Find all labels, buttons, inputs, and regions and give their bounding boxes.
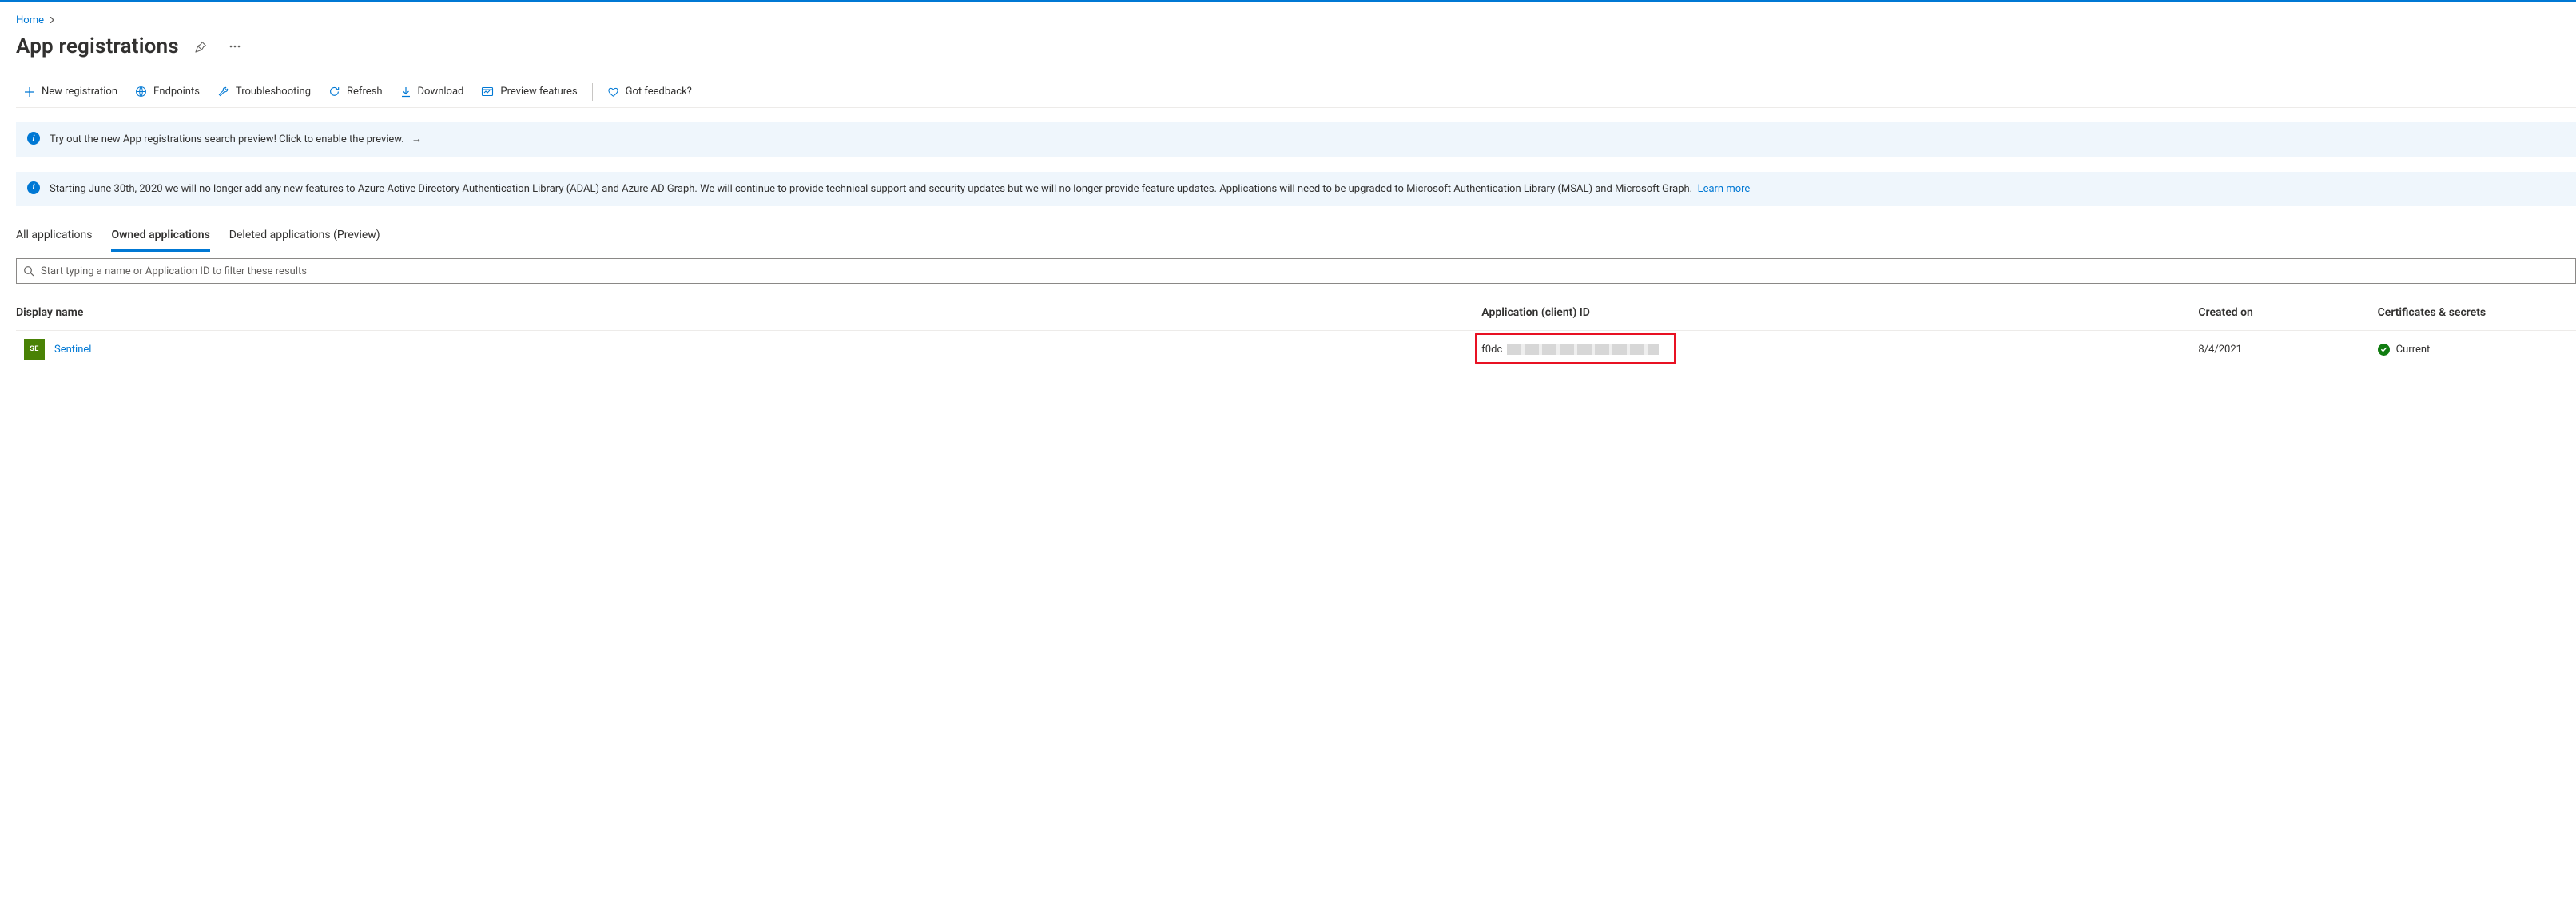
col-display-name[interactable]: Display name	[16, 306, 1475, 331]
download-button[interactable]: Download	[392, 78, 472, 106]
endpoints-button[interactable]: Endpoints	[127, 78, 208, 106]
ellipsis-icon	[229, 45, 241, 48]
title-row: App registrations	[16, 34, 2576, 58]
col-certs[interactable]: Certificates & secrets	[2371, 306, 2576, 331]
toolbar-label: Got feedback?	[626, 86, 692, 98]
info-icon: i	[27, 132, 40, 145]
info-icon: i	[27, 181, 40, 194]
breadcrumb-home[interactable]: Home	[16, 14, 44, 26]
applications-table: Display name Application (client) ID Cre…	[16, 306, 2576, 368]
tab-owned-applications[interactable]: Owned applications	[111, 224, 209, 252]
tabs: All applications Owned applications Dele…	[16, 224, 2576, 252]
search-input[interactable]	[41, 265, 2569, 277]
filter-icon	[23, 265, 34, 277]
toolbar-label: New registration	[42, 86, 117, 98]
checkmark-icon	[2378, 344, 2390, 356]
download-icon	[400, 86, 411, 98]
app-initials-badge: SE	[24, 339, 45, 360]
more-button[interactable]	[224, 35, 246, 58]
client-id-cell: f0dc	[1481, 344, 2185, 356]
toolbar: New registration Endpoints Troubleshooti…	[16, 76, 2576, 108]
feedback-button[interactable]: Got feedback?	[599, 78, 700, 106]
troubleshooting-button[interactable]: Troubleshooting	[209, 78, 319, 106]
deprecation-banner: i Starting June 30th, 2020 we will no lo…	[16, 172, 2576, 207]
toolbar-label: Troubleshooting	[236, 86, 311, 98]
toolbar-label: Endpoints	[153, 86, 200, 98]
refresh-button[interactable]: Refresh	[320, 78, 390, 106]
col-created-on[interactable]: Created on	[2192, 306, 2371, 331]
app-name-link[interactable]: Sentinel	[54, 344, 91, 356]
pin-button[interactable]	[190, 35, 213, 58]
cert-status-cell: Current	[2378, 344, 2570, 356]
cert-status-label: Current	[2396, 344, 2431, 356]
refresh-icon	[328, 86, 340, 98]
chevron-right-icon	[49, 17, 55, 23]
preview-icon	[481, 86, 494, 98]
toolbar-divider	[592, 83, 593, 101]
preview-features-button[interactable]: Preview features	[473, 78, 585, 106]
preview-banner[interactable]: i Try out the new App registrations sear…	[16, 122, 2576, 157]
redacted-text	[1507, 344, 1659, 355]
table-row[interactable]: SE Sentinel f0dc 8/4/2021	[16, 331, 2576, 368]
tab-all-applications[interactable]: All applications	[16, 224, 92, 252]
toolbar-label: Download	[418, 86, 464, 98]
plus-icon	[24, 86, 35, 98]
toolbar-label: Preview features	[500, 86, 577, 98]
pin-icon	[195, 41, 207, 53]
created-on-cell: 8/4/2021	[2192, 331, 2371, 368]
breadcrumb: Home	[16, 10, 2576, 30]
banner-text: Starting June 30th, 2020 we will no long…	[50, 181, 1750, 197]
wrench-icon	[217, 86, 229, 98]
banner-text: Try out the new App registrations search…	[50, 132, 422, 148]
globe-icon	[135, 86, 147, 98]
arrow-right-icon: →	[411, 133, 422, 145]
col-client-id[interactable]: Application (client) ID	[1475, 306, 2192, 331]
toolbar-label: Refresh	[347, 86, 382, 98]
heart-icon	[607, 86, 619, 98]
client-id-prefix: f0dc	[1481, 344, 1502, 356]
search-box[interactable]	[16, 258, 2576, 284]
learn-more-link[interactable]: Learn more	[1698, 183, 1751, 195]
new-registration-button[interactable]: New registration	[16, 78, 125, 106]
page-title: App registrations	[16, 34, 179, 58]
tab-deleted-applications[interactable]: Deleted applications (Preview)	[229, 224, 380, 252]
